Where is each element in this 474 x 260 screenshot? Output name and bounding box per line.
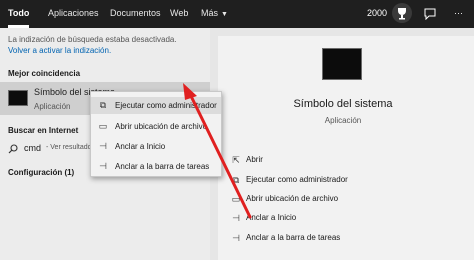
tab-web[interactable]: Web: [170, 0, 188, 28]
chevron-down-icon: ▼: [221, 11, 228, 18]
pin-icon: ⊣: [232, 213, 240, 223]
open-icon: ⇱: [232, 155, 240, 165]
tab-todo[interactable]: Todo: [8, 0, 30, 28]
action-pin-start-label: Anclar a Inicio: [246, 213, 297, 222]
tab-mas[interactable]: Más ▼: [201, 0, 228, 28]
pin-icon: ⊣: [232, 233, 240, 243]
best-match-heading: Mejor coincidencia: [8, 69, 81, 78]
web-search-heading: Buscar en Internet: [8, 126, 79, 135]
tab-mas-label: Más: [201, 8, 219, 18]
pin-icon: ⊣: [99, 161, 107, 171]
menu-pin-taskbar-label: Anclar a la barra de tareas: [115, 162, 210, 171]
folder-icon: ▭: [98, 121, 108, 131]
tab-aplicaciones[interactable]: Aplicaciones: [48, 0, 99, 28]
command-prompt-icon: [8, 90, 28, 106]
menu-run-as-admin-label: Ejecutar como administrador: [115, 101, 217, 110]
reenable-indexing-link[interactable]: Volver a activar la indización.: [8, 46, 111, 55]
indexing-notice: La indización de búsqueda estaba desacti…: [8, 35, 177, 44]
more-options-icon[interactable]: ···: [454, 0, 463, 28]
menu-pin-taskbar[interactable]: ⊣ Anclar a la barra de tareas: [91, 158, 221, 175]
context-menu: ⧉ Ejecutar como administrador ▭ Abrir ub…: [90, 91, 222, 177]
detail-subtitle: Aplicación: [324, 116, 362, 125]
web-query: cmd: [24, 143, 42, 153]
action-open-location-label: Abrir ubicación de archivo: [246, 194, 339, 203]
menu-open-location[interactable]: ▭ Abrir ubicación de archivo: [91, 118, 221, 135]
action-pin-taskbar-label: Anclar a la barra de tareas: [246, 233, 341, 242]
trophy-icon[interactable]: [392, 3, 412, 23]
shield-window-icon: ⧉: [232, 175, 240, 185]
menu-pin-start[interactable]: ⊣ Anclar a Inicio: [91, 138, 221, 155]
best-match-subtitle: Aplicación: [34, 102, 71, 111]
settings-heading[interactable]: Configuración (1): [8, 168, 74, 177]
search-icon: [8, 144, 18, 154]
pin-icon: ⊣: [99, 141, 107, 151]
menu-open-location-label: Abrir ubicación de archivo: [115, 122, 208, 131]
menu-run-as-admin[interactable]: ⧉ Ejecutar como administrador: [91, 97, 221, 114]
action-run-as-admin-label: Ejecutar como administrador: [246, 175, 348, 184]
detail-title: Símbolo del sistema: [293, 98, 393, 110]
action-abrir-label: Abrir: [246, 155, 263, 164]
search-top-bar: Todo Aplicaciones Documentos Web Más ▼ 20…: [0, 0, 474, 28]
tab-documentos[interactable]: Documentos: [110, 0, 161, 28]
menu-pin-start-label: Anclar a Inicio: [115, 142, 166, 151]
action-run-as-admin[interactable]: ⧉ Ejecutar como administrador: [230, 173, 430, 187]
action-pin-taskbar[interactable]: ⊣ Anclar a la barra de tareas: [230, 231, 430, 245]
action-pin-start[interactable]: ⊣ Anclar a Inicio: [230, 211, 430, 225]
rewards-points: 2000: [367, 8, 388, 18]
shield-window-icon: ⧉: [99, 100, 107, 110]
action-abrir[interactable]: ⇱ Abrir: [230, 153, 430, 167]
command-prompt-large-icon: [322, 48, 362, 80]
folder-icon: ▭: [231, 194, 241, 204]
feedback-icon[interactable]: [424, 1, 436, 29]
action-open-location[interactable]: ▭ Abrir ubicación de archivo: [230, 192, 430, 206]
